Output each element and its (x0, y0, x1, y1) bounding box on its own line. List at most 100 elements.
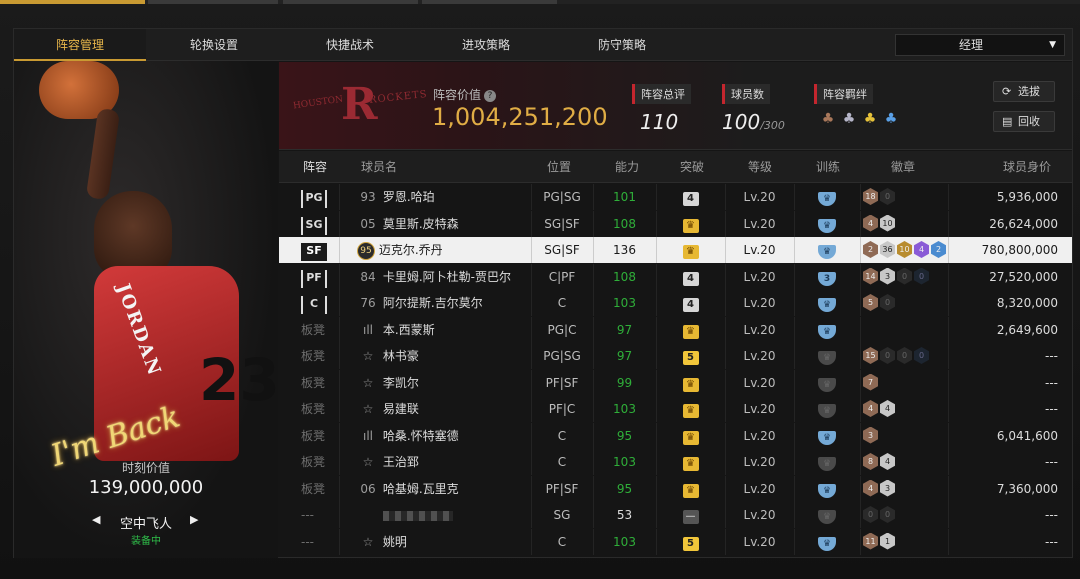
col-value[interactable]: 球员身价 (1003, 151, 1051, 183)
badge-hex-icon: 5 (863, 294, 878, 311)
col-position[interactable]: 位置 (547, 151, 571, 183)
table-row[interactable]: 板凳 ıll 哈桑.怀特塞德 C 95 ♛ Lv.20 ♛ 3 6,041,600 (279, 422, 1072, 449)
scout-button[interactable]: ⟳ 选拔 (993, 81, 1055, 102)
gold-bond-icon[interactable]: ♣ (861, 111, 879, 127)
table-row[interactable]: SG 05 莫里斯.皮特森 SG|SF 108 ♛ Lv.20 ♛ 4 10 26,624,000 (279, 210, 1072, 237)
player-name-cell[interactable]: 76 阿尔提斯.吉尔莫尔 (357, 290, 482, 316)
star-icon: ☆ (362, 402, 374, 416)
training-cell[interactable]: ♛ (794, 370, 860, 396)
table-row[interactable]: PF 84 卡里姆.阿卜杜勒-贾巴尔 C|PF 108 4 Lv.20 3 14 3 0 0 27,5… (279, 263, 1072, 290)
training-shield-icon: ♛ (818, 377, 836, 392)
badge-hex-icon: 4 (880, 453, 895, 470)
table-row[interactable]: 板凳 ☆ 王治郅 C 103 ♛ Lv.20 ♛ 8 4 --- (279, 449, 1072, 475)
player-name-cell[interactable]: ıll 本.西蒙斯 (357, 317, 435, 343)
table-row[interactable]: --- SG 53 — Lv.20 ♛ 0 0 --- (279, 502, 1072, 528)
recycle-button[interactable]: ▤ 回收 (993, 111, 1055, 132)
table-row[interactable]: --- ☆ 姚明 C 103 5 Lv.20 ♛ 11 1 --- (279, 528, 1072, 555)
player-name-cell[interactable]: ☆ 姚明 (357, 529, 407, 555)
bench-label: --- (301, 534, 314, 549)
badge-hex-icon: 10 (880, 214, 895, 232)
col-lineup[interactable]: 阵容 (303, 151, 327, 183)
badge-list[interactable]: 15 0 0 0 (863, 347, 929, 364)
training-shield-icon: ♛ (818, 483, 836, 498)
column-divider (860, 502, 861, 528)
training-cell[interactable]: ♛ (794, 476, 860, 502)
breakthrough-badge: 5 (682, 536, 699, 551)
help-icon[interactable]: ? (484, 89, 497, 102)
badge-list[interactable]: 43 (863, 479, 895, 497)
badge-list[interactable]: 84 (863, 453, 895, 470)
lineup-position-cell: 板凳 (301, 449, 339, 475)
player-name-cell[interactable]: ☆ 李凯尔 (357, 370, 419, 396)
badge-list[interactable]: 18 0 (863, 188, 895, 205)
col-badges[interactable]: 徽章 (891, 151, 915, 183)
badge-list[interactable]: 2 36 10 4 2 (863, 241, 946, 258)
player-count-stat: 球员数 100/300 (722, 83, 785, 134)
training-cell[interactable]: 3 (794, 264, 860, 290)
bronze-bond-icon[interactable]: ♣ (819, 111, 837, 127)
player-name-cell[interactable] (357, 502, 453, 528)
training-cell[interactable]: ♛ (794, 184, 860, 210)
table-row[interactable]: PG 93 罗恩.哈珀 PG|SG 101 4 Lv.20 ♛ 18 0 5,936,000 (279, 184, 1072, 210)
jersey-number: 06 (360, 481, 376, 496)
silver-bond-icon[interactable]: ♣ (840, 111, 858, 127)
badge-list[interactable]: 7 (863, 373, 878, 391)
team-bond-icons: ♣ ♣ ♣ ♣ (819, 111, 900, 127)
player-name-cell[interactable]: 05 莫里斯.皮特森 (357, 211, 458, 237)
training-cell[interactable]: ♛ (794, 290, 860, 316)
player-value: 7,360,000 (996, 481, 1058, 496)
col-player-name[interactable]: 球员名 (361, 151, 397, 183)
player-name-cell[interactable]: ıll 哈桑.怀特塞德 (357, 423, 459, 449)
training-cell[interactable]: ♛ (794, 317, 860, 343)
training-cell[interactable]: ♛ (794, 237, 860, 263)
blue-bond-icon[interactable]: ♣ (882, 111, 900, 127)
table-row[interactable]: SF 95 迈克尔.乔丹 SG|SF 136 ♛ Lv.20 ♛ 2 36 10 4 2 780,800… (279, 237, 1072, 263)
column-divider (339, 422, 340, 449)
badge-hex-icon: 2 (931, 241, 946, 258)
crown-icon: ♛ (682, 218, 699, 233)
training-cell[interactable]: ♛ (794, 529, 860, 555)
player-ability: 95 (616, 428, 633, 443)
col-ability[interactable]: 能力 (615, 151, 639, 183)
player-ability: 95 (616, 481, 633, 496)
col-breakthrough[interactable]: 突破 (680, 151, 704, 183)
player-name-cell[interactable]: 93 罗恩.哈珀 (357, 184, 434, 210)
table-row[interactable]: 板凳 06 哈基姆.瓦里克 PF|SF 95 ♛ Lv.20 ♛ 4 3 7,360,000 (279, 475, 1072, 502)
player-name-cell[interactable]: 06 哈基姆.瓦里克 (357, 476, 458, 502)
col-level[interactable]: 等级 (748, 151, 772, 183)
player-name-cell[interactable]: ☆ 易建联 (357, 396, 419, 422)
col-training[interactable]: 训练 (816, 151, 840, 183)
badge-list[interactable]: 00 (863, 506, 895, 523)
table-row[interactable]: 板凳 ☆ 李凯尔 PF|SF 99 ♛ Lv.20 ♛ 7 --- (279, 369, 1072, 396)
table-row[interactable]: 板凳 ☆ 林书豪 PG|SG 97 5 Lv.20 ♛ 15 0 0 0 --- (279, 343, 1072, 369)
player-ability: 101 (613, 190, 636, 204)
player-level: Lv.20 (743, 322, 776, 337)
table-row[interactable]: C 76 阿尔提斯.吉尔莫尔 C 103 4 Lv.20 ♛ 5 0 8,320,000 (279, 290, 1072, 316)
lineup-position-cell: SF (301, 237, 339, 263)
bench-label: 板凳 (301, 428, 326, 443)
training-cell[interactable]: ♛ (794, 502, 860, 528)
training-cell[interactable]: ♛ (794, 449, 860, 475)
player-name: 李凯尔 (382, 375, 419, 390)
badge-hex-icon: 4 (863, 214, 878, 232)
training-cell[interactable]: ♛ (794, 423, 860, 449)
badge-list[interactable]: 50 (863, 294, 895, 311)
player-positions: SG|SF (544, 243, 580, 257)
bench-label: 板凳 (301, 455, 326, 469)
player-name-cell[interactable]: 84 卡里姆.阿卜杜勒-贾巴尔 (357, 264, 511, 290)
training-cell[interactable]: ♛ (794, 396, 860, 422)
badge-list[interactable]: 11 1 (863, 532, 895, 550)
training-cell[interactable]: ♛ (794, 211, 860, 237)
badge-list[interactable]: 14 3 0 0 (863, 267, 929, 285)
badge-list[interactable]: 3 (863, 426, 878, 444)
training-cell[interactable]: ♛ (794, 343, 860, 369)
badge-list[interactable]: 44 (863, 400, 895, 417)
player-name-cell[interactable]: ☆ 林书豪 (357, 343, 419, 369)
player-positions: SG|SF (544, 216, 580, 231)
column-divider (860, 343, 861, 369)
table-row[interactable]: 板凳 ıll 本.西蒙斯 PG|C 97 ♛ Lv.20 ♛ 2,649,600 (279, 316, 1072, 343)
badge-list[interactable]: 4 10 (863, 214, 895, 232)
player-name-cell[interactable]: 95 迈克尔.乔丹 (357, 237, 443, 263)
player-name-cell[interactable]: ☆ 王治郅 (357, 449, 419, 475)
table-row[interactable]: 板凳 ☆ 易建联 PF|C 103 ♛ Lv.20 ♛ 4 4 --- (279, 396, 1072, 422)
